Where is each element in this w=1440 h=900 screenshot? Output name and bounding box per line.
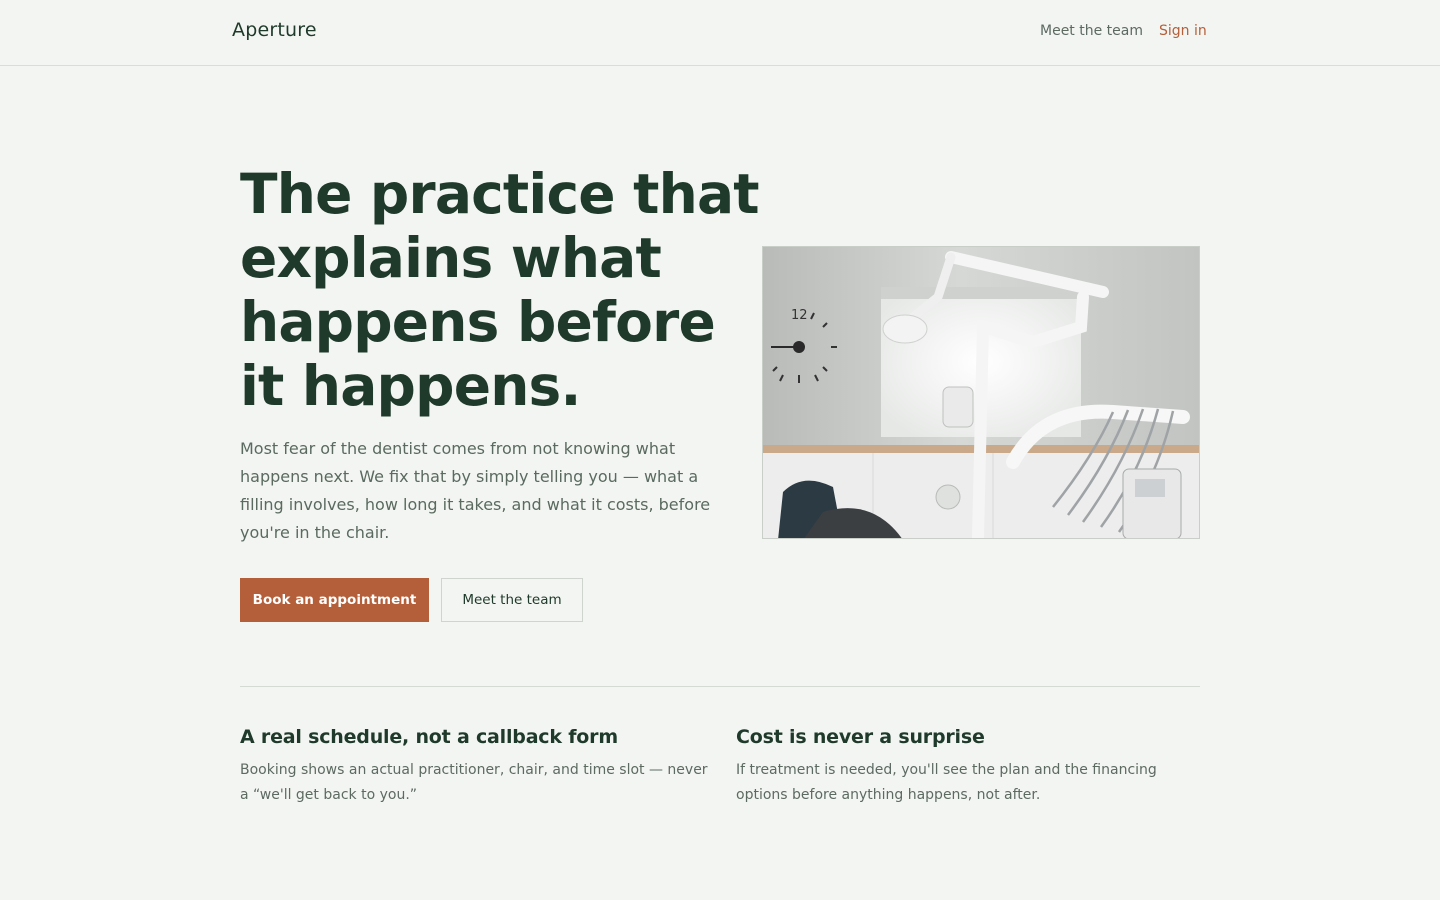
nav-link-sign-in[interactable]: Sign in	[1159, 23, 1207, 39]
feature-title-cost: Cost is never a surprise	[736, 726, 985, 748]
top-nav: Aperture Meet the team Sign in	[0, 0, 1440, 66]
dental-office-photo: 12	[762, 246, 1200, 539]
hero-heading: The practice that explains what happens …	[240, 162, 760, 418]
clock-numeral: 12	[791, 308, 808, 323]
section-divider	[240, 686, 1200, 687]
feature-body-cost: If treatment is needed, you'll see the p…	[736, 762, 1157, 803]
nav-link-meet-team[interactable]: Meet the team	[1040, 23, 1143, 39]
feature-title-schedule: A real schedule, not a callback form	[240, 726, 618, 748]
book-appointment-button[interactable]: Book an appointment	[240, 578, 429, 622]
hero-description: Most fear of the dentist comes from not …	[240, 439, 711, 542]
feature-body-schedule: Booking shows an actual practitioner, ch…	[240, 762, 708, 803]
meet-team-button[interactable]: Meet the team	[441, 578, 583, 622]
brand-logo[interactable]: Aperture	[232, 19, 317, 41]
